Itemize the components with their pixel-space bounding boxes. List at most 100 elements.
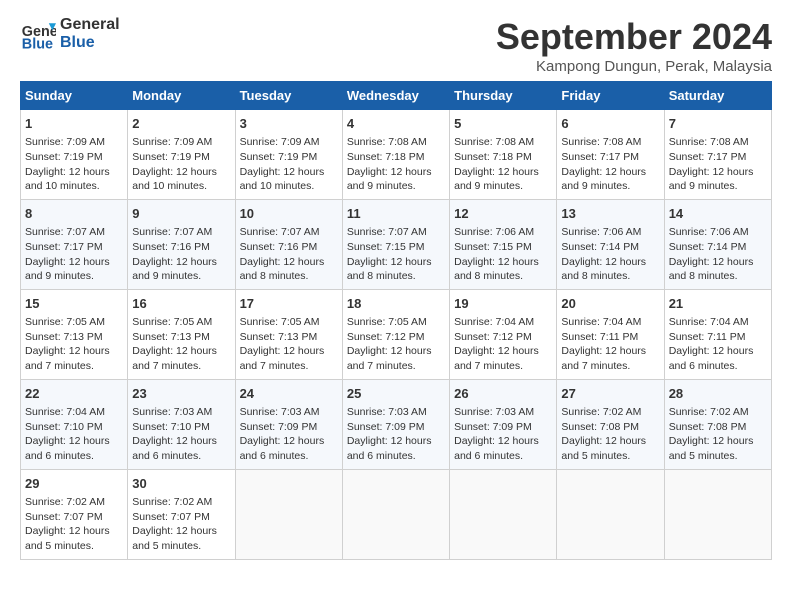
day-number: 23 <box>132 385 230 403</box>
logo-general: General <box>60 16 120 34</box>
daylight-label: Daylight: 12 hours and 9 minutes. <box>132 256 217 283</box>
sunrise-label: Sunrise: 7:02 AM <box>25 496 105 508</box>
calendar-cell: 24Sunrise: 7:03 AMSunset: 7:09 PMDayligh… <box>235 379 342 469</box>
daylight-label: Daylight: 12 hours and 6 minutes. <box>669 345 754 372</box>
daylight-label: Daylight: 12 hours and 9 minutes. <box>25 256 110 283</box>
day-header-tuesday: Tuesday <box>235 82 342 110</box>
daylight-label: Daylight: 12 hours and 7 minutes. <box>25 345 110 372</box>
logo-icon: General Blue <box>20 16 56 52</box>
sunset-label: Sunset: 7:10 PM <box>25 421 103 433</box>
day-number: 12 <box>454 205 552 223</box>
calendar-week-4: 22Sunrise: 7:04 AMSunset: 7:10 PMDayligh… <box>21 379 772 469</box>
sunrise-label: Sunrise: 7:09 AM <box>25 136 105 148</box>
sunset-label: Sunset: 7:19 PM <box>25 151 103 163</box>
calendar-cell: 17Sunrise: 7:05 AMSunset: 7:13 PMDayligh… <box>235 289 342 379</box>
sunrise-label: Sunrise: 7:04 AM <box>561 316 641 328</box>
day-number: 6 <box>561 115 659 133</box>
calendar-cell: 3Sunrise: 7:09 AMSunset: 7:19 PMDaylight… <box>235 110 342 200</box>
daylight-label: Daylight: 12 hours and 6 minutes. <box>240 435 325 462</box>
day-number: 3 <box>240 115 338 133</box>
calendar-cell: 14Sunrise: 7:06 AMSunset: 7:14 PMDayligh… <box>664 199 771 289</box>
sunrise-label: Sunrise: 7:04 AM <box>25 406 105 418</box>
calendar-cell: 7Sunrise: 7:08 AMSunset: 7:17 PMDaylight… <box>664 110 771 200</box>
sunrise-label: Sunrise: 7:02 AM <box>669 406 749 418</box>
sunrise-label: Sunrise: 7:08 AM <box>561 136 641 148</box>
sunset-label: Sunset: 7:13 PM <box>132 331 210 343</box>
header-row: SundayMondayTuesdayWednesdayThursdayFrid… <box>21 82 772 110</box>
day-number: 7 <box>669 115 767 133</box>
calendar-cell: 2Sunrise: 7:09 AMSunset: 7:19 PMDaylight… <box>128 110 235 200</box>
sunrise-label: Sunrise: 7:06 AM <box>669 226 749 238</box>
daylight-label: Daylight: 12 hours and 8 minutes. <box>347 256 432 283</box>
calendar-cell: 26Sunrise: 7:03 AMSunset: 7:09 PMDayligh… <box>450 379 557 469</box>
day-header-monday: Monday <box>128 82 235 110</box>
day-header-saturday: Saturday <box>664 82 771 110</box>
calendar-cell: 18Sunrise: 7:05 AMSunset: 7:12 PMDayligh… <box>342 289 449 379</box>
sunset-label: Sunset: 7:18 PM <box>454 151 532 163</box>
day-number: 27 <box>561 385 659 403</box>
sunset-label: Sunset: 7:08 PM <box>561 421 639 433</box>
sunrise-label: Sunrise: 7:08 AM <box>347 136 427 148</box>
calendar-cell <box>664 469 771 559</box>
calendar-cell: 8Sunrise: 7:07 AMSunset: 7:17 PMDaylight… <box>21 199 128 289</box>
day-number: 9 <box>132 205 230 223</box>
sunset-label: Sunset: 7:11 PM <box>669 331 746 343</box>
sunset-label: Sunset: 7:17 PM <box>25 241 103 253</box>
location-title: Kampong Dungun, Perak, Malaysia <box>496 58 772 75</box>
title-block: September 2024 Kampong Dungun, Perak, Ma… <box>496 16 772 75</box>
sunset-label: Sunset: 7:18 PM <box>347 151 425 163</box>
daylight-label: Daylight: 12 hours and 10 minutes. <box>240 166 325 193</box>
sunset-label: Sunset: 7:14 PM <box>669 241 747 253</box>
sunset-label: Sunset: 7:07 PM <box>132 511 210 523</box>
calendar-cell: 4Sunrise: 7:08 AMSunset: 7:18 PMDaylight… <box>342 110 449 200</box>
day-number: 18 <box>347 295 445 313</box>
sunrise-label: Sunrise: 7:09 AM <box>132 136 212 148</box>
sunset-label: Sunset: 7:12 PM <box>454 331 532 343</box>
day-number: 30 <box>132 475 230 493</box>
sunrise-label: Sunrise: 7:02 AM <box>561 406 641 418</box>
day-header-sunday: Sunday <box>21 82 128 110</box>
daylight-label: Daylight: 12 hours and 9 minutes. <box>669 166 754 193</box>
sunset-label: Sunset: 7:13 PM <box>240 331 318 343</box>
sunrise-label: Sunrise: 7:06 AM <box>561 226 641 238</box>
sunrise-label: Sunrise: 7:07 AM <box>132 226 212 238</box>
sunset-label: Sunset: 7:16 PM <box>240 241 318 253</box>
daylight-label: Daylight: 12 hours and 6 minutes. <box>25 435 110 462</box>
sunrise-label: Sunrise: 7:02 AM <box>132 496 212 508</box>
daylight-label: Daylight: 12 hours and 7 minutes. <box>132 345 217 372</box>
sunrise-label: Sunrise: 7:04 AM <box>454 316 534 328</box>
daylight-label: Daylight: 12 hours and 5 minutes. <box>25 525 110 552</box>
sunrise-label: Sunrise: 7:04 AM <box>669 316 749 328</box>
calendar-cell: 10Sunrise: 7:07 AMSunset: 7:16 PMDayligh… <box>235 199 342 289</box>
day-number: 26 <box>454 385 552 403</box>
calendar-table: SundayMondayTuesdayWednesdayThursdayFrid… <box>20 81 772 560</box>
daylight-label: Daylight: 12 hours and 9 minutes. <box>347 166 432 193</box>
daylight-label: Daylight: 12 hours and 8 minutes. <box>669 256 754 283</box>
daylight-label: Daylight: 12 hours and 10 minutes. <box>132 166 217 193</box>
calendar-week-3: 15Sunrise: 7:05 AMSunset: 7:13 PMDayligh… <box>21 289 772 379</box>
sunrise-label: Sunrise: 7:05 AM <box>347 316 427 328</box>
daylight-label: Daylight: 12 hours and 6 minutes. <box>454 435 539 462</box>
daylight-label: Daylight: 12 hours and 7 minutes. <box>561 345 646 372</box>
page-header: General Blue General Blue September 2024… <box>20 16 772 75</box>
day-number: 21 <box>669 295 767 313</box>
sunrise-label: Sunrise: 7:07 AM <box>347 226 427 238</box>
sunrise-label: Sunrise: 7:09 AM <box>240 136 320 148</box>
sunset-label: Sunset: 7:11 PM <box>561 331 638 343</box>
daylight-label: Daylight: 12 hours and 8 minutes. <box>240 256 325 283</box>
calendar-cell: 6Sunrise: 7:08 AMSunset: 7:17 PMDaylight… <box>557 110 664 200</box>
sunrise-label: Sunrise: 7:03 AM <box>132 406 212 418</box>
day-number: 8 <box>25 205 123 223</box>
day-number: 17 <box>240 295 338 313</box>
sunset-label: Sunset: 7:09 PM <box>347 421 425 433</box>
sunset-label: Sunset: 7:14 PM <box>561 241 639 253</box>
daylight-label: Daylight: 12 hours and 8 minutes. <box>454 256 539 283</box>
svg-text:Blue: Blue <box>22 36 53 52</box>
daylight-label: Daylight: 12 hours and 9 minutes. <box>454 166 539 193</box>
sunset-label: Sunset: 7:09 PM <box>454 421 532 433</box>
sunset-label: Sunset: 7:08 PM <box>669 421 747 433</box>
daylight-label: Daylight: 12 hours and 5 minutes. <box>132 525 217 552</box>
sunset-label: Sunset: 7:07 PM <box>25 511 103 523</box>
sunset-label: Sunset: 7:17 PM <box>669 151 747 163</box>
calendar-cell: 12Sunrise: 7:06 AMSunset: 7:15 PMDayligh… <box>450 199 557 289</box>
